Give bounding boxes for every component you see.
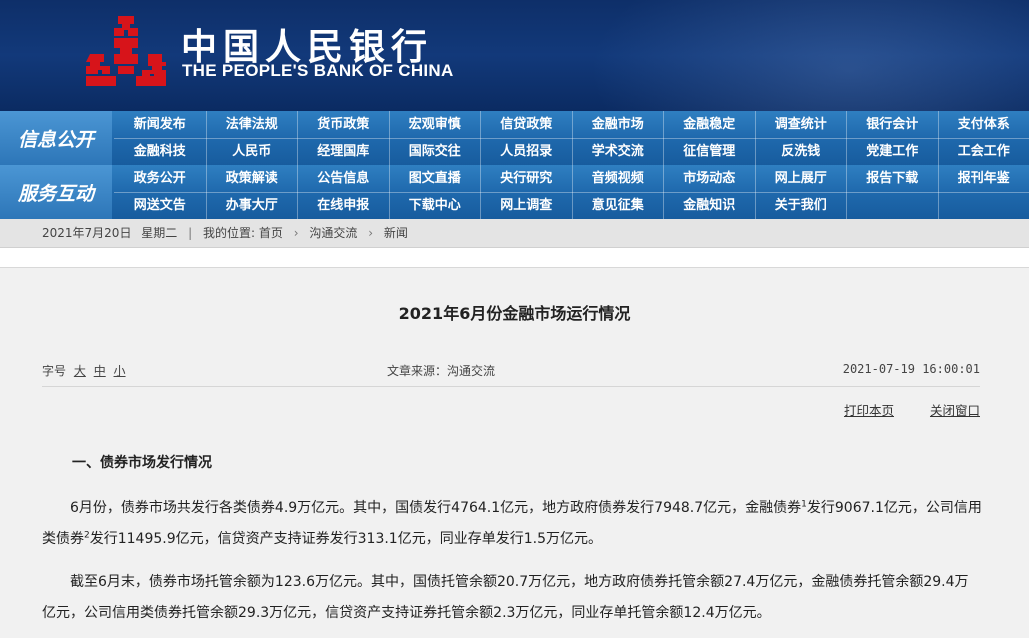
nav-item-recruitment[interactable]: 人员招录 bbox=[480, 138, 572, 165]
current-date: 2021年7月20日 bbox=[42, 226, 132, 240]
article-source: 文章来源：沟通交流 bbox=[387, 364, 496, 378]
nav-item-academic[interactable]: 学术交流 bbox=[571, 138, 664, 165]
breadcrumb-communication[interactable]: 沟通交流 bbox=[309, 226, 357, 240]
print-page-link[interactable]: 打印本页 bbox=[844, 400, 894, 419]
font-size-large[interactable]: 大 bbox=[74, 364, 86, 378]
breadcrumb-news[interactable]: 新闻 bbox=[384, 226, 408, 240]
location-label: 我的位置: bbox=[203, 226, 256, 240]
nav-item-payment-system[interactable]: 支付体系 bbox=[937, 111, 1029, 138]
nav-item-online-survey[interactable]: 网上调查 bbox=[480, 192, 572, 219]
nav-service-row-1: 政务公开 政策解读 公告信息 图文直播 央行研究 音频视频 市场动态 网上展厅 … bbox=[114, 165, 1029, 192]
nav-info-row-1: 新闻发布 法律法规 货币政策 宏观审慎 信贷政策 金融市场 金融稳定 调查统计 … bbox=[114, 111, 1029, 138]
nav-item-audio-video[interactable]: 音频视频 bbox=[571, 165, 664, 192]
nav-item-union-work[interactable]: 工会工作 bbox=[937, 138, 1029, 165]
nav-item-anti-money-laundering[interactable]: 反洗钱 bbox=[754, 138, 847, 165]
breadcrumb-separator: | bbox=[188, 226, 193, 240]
paragraph-text: 6月份，债券市场共发行各类债券4.9万亿元。其中，国债发行4764.1亿元，地方… bbox=[70, 500, 802, 516]
divider bbox=[42, 386, 980, 387]
nav-item-monetary-policy[interactable]: 货币政策 bbox=[297, 111, 389, 138]
nav-item-announcements[interactable]: 公告信息 bbox=[297, 165, 389, 192]
font-size-control: 字号 大 中 小 bbox=[42, 362, 126, 379]
nav-item-financial-markets[interactable]: 金融市场 bbox=[571, 111, 664, 138]
nav-item-live-broadcast[interactable]: 图文直播 bbox=[388, 165, 481, 192]
article-actions: 打印本页 关闭窗口 bbox=[42, 400, 980, 418]
content-top-strip bbox=[0, 248, 1029, 268]
nav-item-report-download[interactable]: 报告下载 bbox=[846, 165, 938, 192]
nav-item-market-dynamics[interactable]: 市场动态 bbox=[663, 165, 755, 192]
nav-item-news-release[interactable]: 新闻发布 bbox=[114, 111, 206, 138]
article-title: 2021年6月份金融市场运行情况 bbox=[398, 304, 631, 323]
section-heading: 一、债券市场发行情况 bbox=[72, 455, 212, 471]
header-glow bbox=[589, 0, 1029, 111]
nav-item-credit-policy[interactable]: 信贷政策 bbox=[480, 111, 572, 138]
nav-info-row-2: 金融科技 人民币 经理国库 国际交往 人员招录 学术交流 征信管理 反洗钱 党建… bbox=[114, 138, 1029, 165]
nav-item-treasury[interactable]: 经理国库 bbox=[297, 138, 389, 165]
nav-item-international[interactable]: 国际交往 bbox=[388, 138, 481, 165]
nav-service-row-2: 网送文告 办事大厅 在线申报 下载中心 网上调查 意见征集 金融知识 关于我们 bbox=[114, 192, 1029, 219]
article-datetime: 2021-07-19 16:00:01 bbox=[842, 362, 980, 376]
nav-item-yearbooks[interactable]: 报刊年鉴 bbox=[937, 165, 1029, 192]
nav-item-documents[interactable]: 网送文告 bbox=[114, 192, 206, 219]
nav-item-credit-reference[interactable]: 征信管理 bbox=[663, 138, 755, 165]
nav-item-financial-knowledge[interactable]: 金融知识 bbox=[663, 192, 755, 219]
nav-item-government-affairs[interactable]: 政务公开 bbox=[114, 165, 206, 192]
breadcrumb-separator: › bbox=[293, 226, 299, 240]
nav-item-laws[interactable]: 法律法规 bbox=[205, 111, 298, 138]
nav-item-about-us[interactable]: 关于我们 bbox=[754, 192, 847, 219]
nav-item-party-building[interactable]: 党建工作 bbox=[846, 138, 938, 165]
nav-item-policy-interpretation[interactable]: 政策解读 bbox=[205, 165, 298, 192]
breadcrumb-separator: › bbox=[368, 226, 374, 240]
paragraph-bond-issuance: 6月份，债券市场共发行各类债券4.9万亿元。其中，国债发行4764.1亿元，地方… bbox=[42, 493, 982, 555]
nav-item-rmb[interactable]: 人民币 bbox=[205, 138, 298, 165]
nav-item-online-declaration[interactable]: 在线申报 bbox=[297, 192, 389, 219]
article-meta: 字号 大 中 小 文章来源：沟通交流 2021-07-19 16:00:01 bbox=[42, 362, 980, 380]
site-header: 中国人民银行 THE PEOPLE'S BANK OF CHINA bbox=[0, 0, 1029, 111]
nav-service-label: 服务互动 bbox=[0, 165, 112, 219]
nav-item-opinion-collection[interactable]: 意见征集 bbox=[571, 192, 664, 219]
nav-item-download-center[interactable]: 下载中心 bbox=[388, 192, 481, 219]
nav-item-bank-accounting[interactable]: 银行会计 bbox=[846, 111, 938, 138]
nav-item-fintech[interactable]: 金融科技 bbox=[114, 138, 206, 165]
font-size-small[interactable]: 小 bbox=[114, 364, 126, 378]
nav-item-empty bbox=[937, 192, 1029, 219]
nav-item-financial-stability[interactable]: 金融稳定 bbox=[663, 111, 755, 138]
paragraph-bond-custody: 截至6月末，债券市场托管余额为123.6万亿元。其中，国债托管余额20.7万亿元… bbox=[42, 574, 969, 621]
nav-info-label: 信息公开 bbox=[0, 111, 112, 165]
nav-item-empty bbox=[846, 192, 938, 219]
current-weekday: 星期二 bbox=[141, 226, 178, 240]
paragraph-text: 发行11495.9亿元，信贷资产支持证券发行313.1亿元，同业存单发行1.5万… bbox=[89, 531, 602, 547]
close-window-link[interactable]: 关闭窗口 bbox=[930, 400, 980, 419]
nav-item-service-hall[interactable]: 办事大厅 bbox=[205, 192, 298, 219]
bank-name-en[interactable]: THE PEOPLE'S BANK OF CHINA bbox=[182, 61, 454, 81]
nav-item-online-exhibition[interactable]: 网上展厅 bbox=[754, 165, 847, 192]
pboc-emblem-icon[interactable] bbox=[84, 14, 168, 90]
breadcrumb-home[interactable]: 首页 bbox=[259, 226, 283, 240]
nav-item-research[interactable]: 央行研究 bbox=[480, 165, 572, 192]
nav-service-interaction: 服务互动 政务公开 政策解读 公告信息 图文直播 央行研究 音频视频 市场动态 … bbox=[0, 165, 1029, 219]
breadcrumb: 2021年7月20日 星期二 | 我的位置: 首页 › 沟通交流 › 新闻 bbox=[0, 219, 1029, 248]
nav-info-disclosure: 信息公开 新闻发布 法律法规 货币政策 宏观审慎 信贷政策 金融市场 金融稳定 … bbox=[0, 111, 1029, 165]
font-size-medium[interactable]: 中 bbox=[94, 364, 106, 378]
font-size-label: 字号 bbox=[42, 364, 67, 378]
nav-item-statistics[interactable]: 调查统计 bbox=[754, 111, 847, 138]
nav-item-macroprudential[interactable]: 宏观审慎 bbox=[388, 111, 481, 138]
